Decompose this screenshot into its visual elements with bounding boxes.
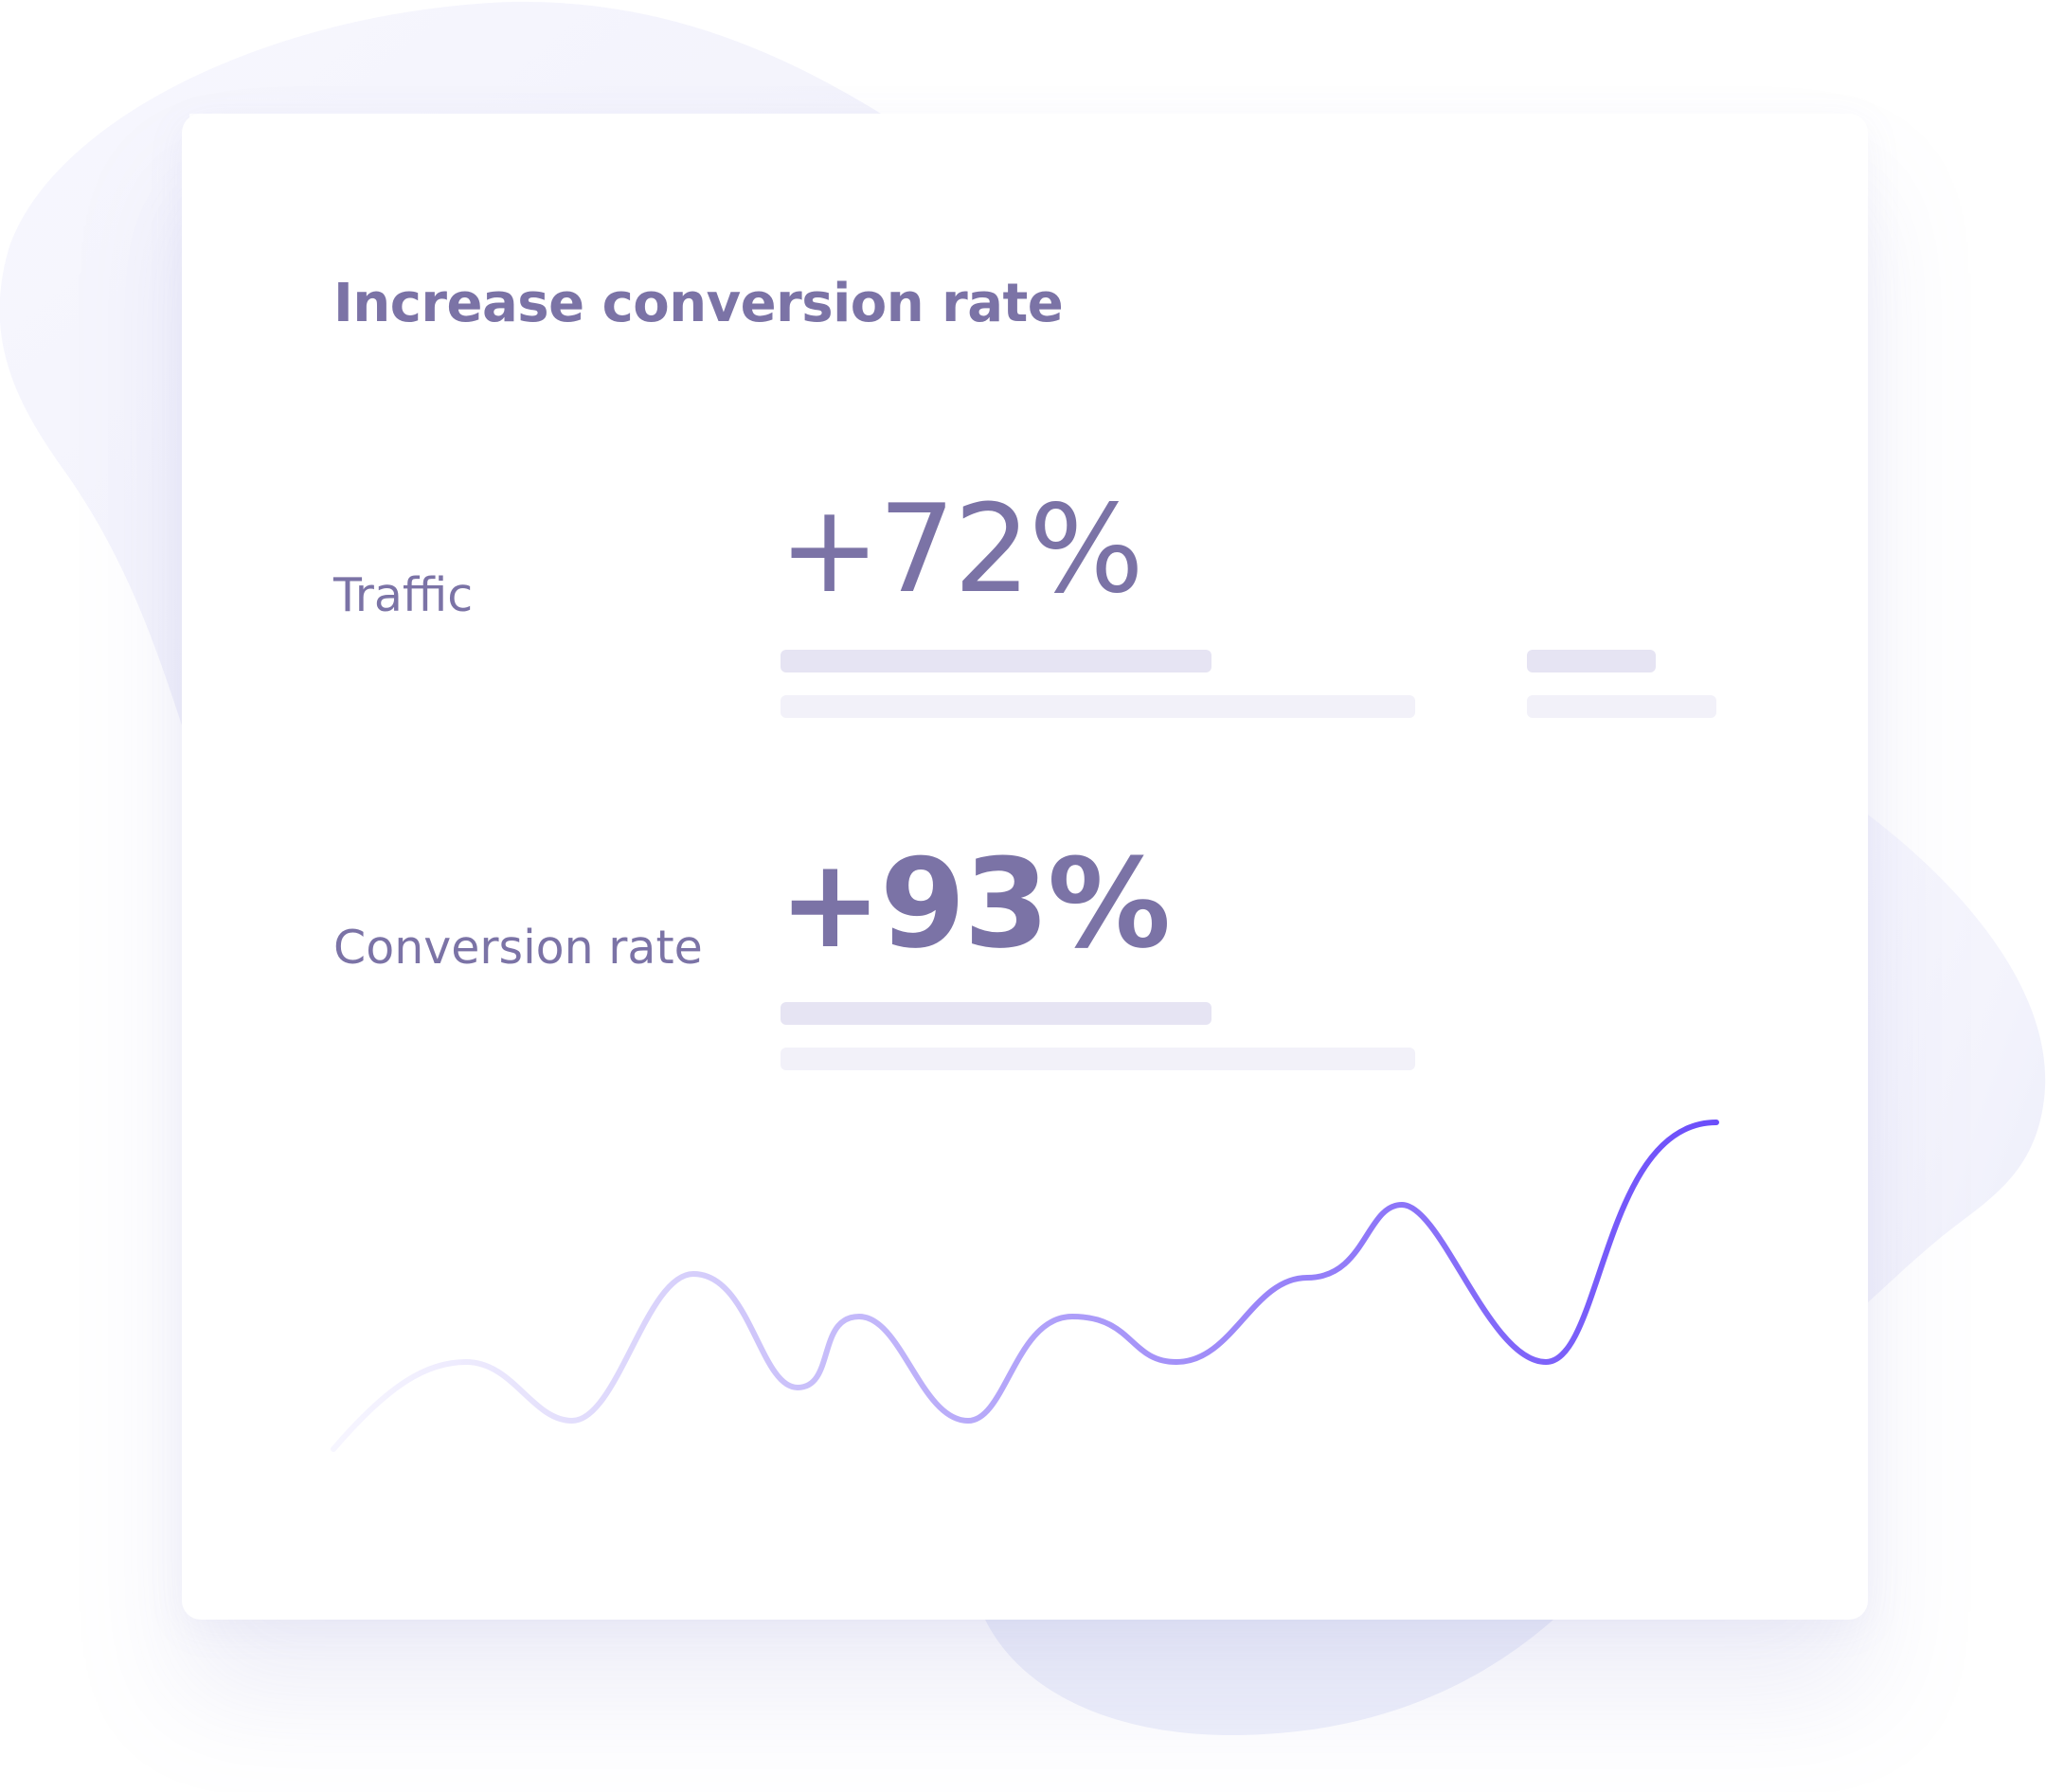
trend-line [331, 1120, 1719, 1452]
conversion-card: Increase conversion rate Traffic +72% Co… [182, 114, 1868, 1620]
trend-line-chart [331, 1120, 1719, 1452]
illustration-stage: Increase conversion rate Traffic +72% Co… [0, 0, 2046, 1792]
